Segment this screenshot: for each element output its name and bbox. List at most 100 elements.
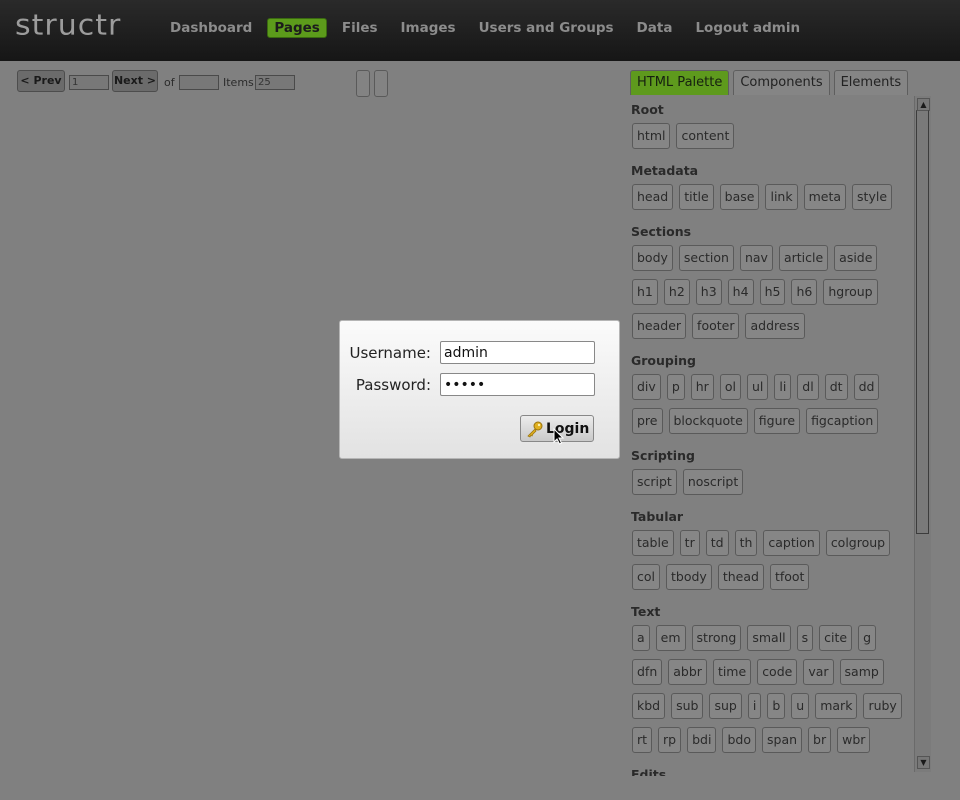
palette-tag-strong[interactable]: strong	[691, 625, 742, 651]
palette-tag-h6[interactable]: h6	[791, 279, 818, 305]
palette-tag-bdi[interactable]: bdi	[687, 727, 717, 753]
palette-tag-h3[interactable]: h3	[695, 279, 722, 305]
palette-tag-kbd[interactable]: kbd	[632, 693, 666, 719]
html-palette: Root html content Metadata head title base link…	[630, 96, 913, 776]
palette-tag-ol[interactable]: ol	[719, 374, 741, 400]
next-page-button[interactable]: Next >	[112, 70, 158, 92]
username-input[interactable]: admin	[440, 341, 595, 364]
palette-tag-cite[interactable]: cite	[819, 625, 853, 651]
palette-tag-h2[interactable]: h2	[663, 279, 690, 305]
palette-tag-html[interactable]: html	[632, 123, 671, 149]
palette-tag-header[interactable]: header	[632, 313, 687, 339]
top-bar: structr Dashboard Pages Files Images Users a…	[0, 0, 960, 61]
palette-tag-wbr[interactable]: wbr	[837, 727, 871, 753]
nav-item-dashboard[interactable]: Dashboard	[162, 18, 260, 38]
page-number-input[interactable]: 1	[69, 75, 109, 90]
nav-item-pages[interactable]: Pages	[267, 18, 327, 38]
palette-tag-blockquote[interactable]: blockquote	[668, 408, 748, 434]
palette-tag-aside[interactable]: aside	[834, 245, 878, 271]
palette-tag-var[interactable]: var	[803, 659, 834, 685]
palette-tag-th[interactable]: th	[734, 530, 758, 556]
scroll-thumb[interactable]	[916, 110, 929, 534]
palette-tag-h1[interactable]: h1	[632, 279, 658, 305]
password-input[interactable]: •••••	[440, 373, 595, 396]
palette-tag-em[interactable]: em	[655, 625, 686, 651]
palette-tag-title[interactable]: title	[679, 184, 714, 210]
palette-tag-dt[interactable]: dt	[824, 374, 848, 400]
palette-tag-col[interactable]: col	[632, 564, 660, 590]
palette-tag-thead[interactable]: thead	[717, 564, 764, 590]
palette-tag-ruby[interactable]: ruby	[863, 693, 902, 719]
palette-tag-hr[interactable]: hr	[690, 374, 714, 400]
collapse-handle[interactable]	[374, 70, 388, 97]
palette-tag-colgroup[interactable]: colgroup	[825, 530, 891, 556]
palette-tag-body[interactable]: body	[632, 245, 673, 271]
palette-tag-hgroup[interactable]: hgroup	[823, 279, 878, 305]
palette-tag-link[interactable]: link	[765, 184, 798, 210]
palette-tag-span[interactable]: span	[762, 727, 803, 753]
palette-tag-code[interactable]: code	[757, 659, 798, 685]
nav-item-images[interactable]: Images	[393, 18, 464, 38]
palette-tag-meta[interactable]: meta	[803, 184, 847, 210]
palette-tag-td[interactable]: td	[705, 530, 729, 556]
palette-tag-table[interactable]: table	[632, 530, 674, 556]
palette-tag-p[interactable]: p	[666, 374, 685, 400]
palette-tag-pre[interactable]: pre	[632, 408, 663, 434]
palette-tag-head[interactable]: head	[632, 184, 674, 210]
palette-tag-style[interactable]: style	[852, 184, 893, 210]
palette-tag-h4[interactable]: h4	[727, 279, 754, 305]
palette-tag-bdo[interactable]: bdo	[722, 727, 756, 753]
palette-tag-base[interactable]: base	[719, 184, 760, 210]
palette-tag-s[interactable]: s	[796, 625, 814, 651]
palette-tag-dd[interactable]: dd	[853, 374, 880, 400]
palette-tag-h5[interactable]: h5	[759, 279, 786, 305]
palette-tag-tfoot[interactable]: tfoot	[769, 564, 810, 590]
palette-tag-a[interactable]: a	[632, 625, 650, 651]
prev-page-button[interactable]: < Prev	[17, 70, 65, 92]
palette-tag-rt[interactable]: rt	[632, 727, 653, 753]
palette-tag-ul[interactable]: ul	[746, 374, 769, 400]
palette-tag-small[interactable]: small	[747, 625, 791, 651]
palette-tag-i[interactable]: i	[747, 693, 762, 719]
palette-tag-div[interactable]: div	[632, 374, 661, 400]
palette-tag-abbr[interactable]: abbr	[668, 659, 707, 685]
palette-tag-sub[interactable]: sub	[671, 693, 704, 719]
palette-tag-tr[interactable]: tr	[679, 530, 700, 556]
palette-tag-caption[interactable]: caption	[763, 530, 820, 556]
tab-html-palette[interactable]: HTML Palette	[630, 70, 730, 95]
palette-tag-u[interactable]: u	[791, 693, 810, 719]
palette-tag-footer[interactable]: footer	[692, 313, 740, 339]
palette-tag-br[interactable]: br	[808, 727, 832, 753]
palette-tag-samp[interactable]: samp	[839, 659, 884, 685]
palette-scrollbar[interactable]: ▲ ▼	[914, 96, 931, 772]
palette-tag-b[interactable]: b	[767, 693, 786, 719]
palette-tag-figcaption[interactable]: figcaption	[806, 408, 879, 434]
palette-tag-dfn[interactable]: dfn	[632, 659, 663, 685]
palette-tag-content[interactable]: content	[676, 123, 735, 149]
palette-tag-li[interactable]: li	[774, 374, 792, 400]
palette-tag-g[interactable]: g	[858, 625, 877, 651]
tab-elements[interactable]: Elements	[833, 70, 909, 95]
palette-section-title: Metadata	[631, 163, 699, 178]
tab-components[interactable]: Components	[733, 70, 830, 95]
palette-tag-sup[interactable]: sup	[709, 693, 742, 719]
palette-tag-rp[interactable]: rp	[658, 727, 682, 753]
palette-tag-mark[interactable]: mark	[815, 693, 858, 719]
palette-tag-nav[interactable]: nav	[739, 245, 773, 271]
palette-tag-figure[interactable]: figure	[753, 408, 801, 434]
nav-item-data[interactable]: Data	[629, 18, 681, 38]
palette-tag-tbody[interactable]: tbody	[666, 564, 712, 590]
palette-tag-address[interactable]: address	[745, 313, 805, 339]
nav-item-users-and-groups[interactable]: Users and Groups	[471, 18, 622, 38]
palette-tag-dl[interactable]: dl	[797, 374, 819, 400]
collapse-handle[interactable]	[356, 70, 370, 97]
nav-item-logout-admin[interactable]: Logout admin	[687, 18, 808, 38]
nav-item-files[interactable]: Files	[334, 18, 386, 38]
palette-tag-script[interactable]: script	[632, 469, 677, 495]
palette-tag-section[interactable]: section	[678, 245, 734, 271]
scroll-down-arrow-icon[interactable]: ▼	[917, 756, 930, 769]
palette-tag-article[interactable]: article	[778, 245, 829, 271]
items-per-page-input[interactable]: 25	[255, 75, 295, 90]
palette-tag-noscript[interactable]: noscript	[682, 469, 744, 495]
palette-tag-time[interactable]: time	[712, 659, 752, 685]
